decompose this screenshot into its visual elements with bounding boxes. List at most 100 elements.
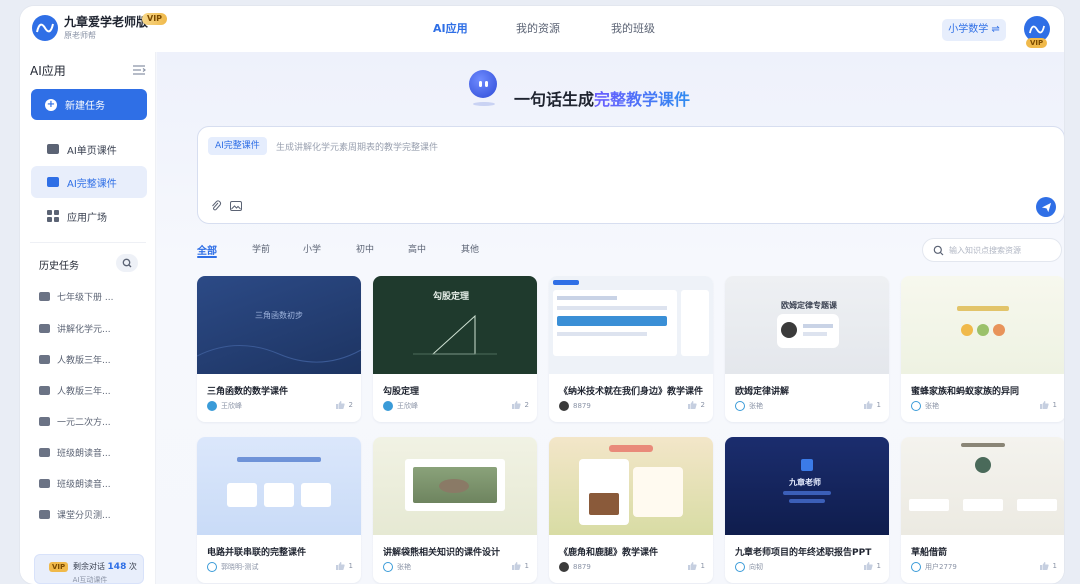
card-likes[interactable]: 2	[511, 401, 529, 409]
likes-count: 1	[700, 562, 705, 570]
document-icon	[39, 355, 50, 364]
courseware-card[interactable]: 草船借箭 用户2779 1	[901, 437, 1064, 583]
courseware-card[interactable]: 三角函数初步 三角函数的数学课件 王欣峰 2	[197, 276, 361, 422]
thumbs-up-icon	[687, 562, 697, 570]
courseware-card[interactable]: 《纳米技术就在我们身边》教学课件 8879 2	[549, 276, 713, 422]
history-item[interactable]: 班级朗读音...	[39, 477, 111, 490]
filter-other[interactable]: 其他	[461, 242, 479, 255]
tab-my-classes[interactable]: 我的班级	[611, 6, 655, 52]
card-likes[interactable]: 1	[687, 562, 705, 570]
sidebar-item-label: AI单页课件	[67, 145, 117, 157]
card-thumbnail	[901, 437, 1064, 535]
sidebar-item-full-courseware[interactable]: AI完整课件	[31, 166, 147, 198]
history-search-button[interactable]	[116, 254, 138, 272]
card-likes[interactable]: 1	[1039, 562, 1057, 570]
prompt-composer[interactable]: AI完整课件 生成讲解化学元素周期表的教学完整课件	[197, 126, 1064, 224]
author-avatar	[207, 401, 217, 411]
thumbs-up-icon	[511, 562, 521, 570]
filter-junior-high[interactable]: 初中	[356, 242, 374, 255]
sidebar-item-label: AI完整课件	[67, 178, 117, 190]
search-icon	[933, 245, 944, 256]
card-likes[interactable]: 1	[511, 562, 529, 570]
author-name: 王欣峰	[221, 402, 242, 410]
thumbs-up-icon	[687, 401, 697, 409]
card-likes[interactable]: 1	[863, 562, 881, 570]
history-item[interactable]: 课堂分贝测...	[39, 508, 111, 521]
card-thumbnail	[197, 437, 361, 535]
card-likes[interactable]: 2	[335, 401, 353, 409]
likes-count: 1	[348, 562, 353, 570]
filter-primary[interactable]: 小学	[303, 242, 321, 255]
history-item[interactable]: 班级朗读音...	[39, 446, 111, 459]
quota-panel[interactable]: VIP 剩余对话 148 次 AI互动课件	[34, 554, 144, 584]
likes-count: 1	[1052, 562, 1057, 570]
hero-highlight: 完整教学课件	[594, 90, 691, 109]
filter-preschool[interactable]: 学前	[252, 242, 270, 255]
card-thumbnail	[549, 276, 713, 374]
author-avatar	[383, 562, 393, 572]
filter-senior-high[interactable]: 高中	[408, 242, 426, 255]
history-title: 历史任务	[39, 261, 79, 272]
author-name: 8879	[573, 563, 591, 571]
card-thumbnail: 九章老师	[725, 437, 889, 535]
subject-switch-button[interactable]: 小学数学 ⇌	[942, 19, 1006, 41]
quota-vip-badge: VIP	[49, 562, 69, 572]
courseware-card[interactable]: 《鹿角和鹿腿》教学课件 8879 1	[549, 437, 713, 583]
collapse-sidebar-icon[interactable]	[132, 64, 146, 76]
history-item[interactable]: 人教版三年...	[39, 353, 111, 366]
history-item[interactable]: 一元二次方...	[39, 415, 111, 428]
resource-search[interactable]	[922, 238, 1062, 262]
vip-badge: VIP	[142, 13, 168, 25]
search-input[interactable]	[949, 243, 1057, 258]
card-likes[interactable]: 1	[863, 401, 881, 409]
history-item-label: 班级朗读音...	[57, 449, 111, 459]
quota-count: 148	[107, 562, 127, 572]
card-author: 王欣峰	[207, 401, 242, 411]
courseware-card[interactable]: 电路并联串联的完整课件 郭晓明-测试 1	[197, 437, 361, 583]
hero-prefix: 一句话生成	[514, 90, 595, 109]
history-item[interactable]: 讲解化学元...	[39, 322, 111, 335]
image-icon[interactable]	[230, 201, 242, 211]
thumbs-up-icon	[863, 401, 873, 409]
author-avatar	[735, 562, 745, 572]
card-likes[interactable]: 2	[687, 401, 705, 409]
sidebar-item-app-plaza[interactable]: 应用广场	[31, 200, 147, 232]
courseware-card[interactable]: 讲解袋熊相关知识的课件设计 张艳 1	[373, 437, 537, 583]
paperclip-icon[interactable]	[210, 200, 222, 212]
tab-ai-apps[interactable]: AI应用	[433, 6, 468, 52]
prompt-input[interactable]: 生成讲解化学元素周期表的教学完整课件	[276, 140, 438, 153]
author-name: 张艳	[925, 402, 939, 410]
likes-count: 2	[700, 401, 705, 409]
sidebar-item-single-page[interactable]: AI单页课件	[31, 133, 147, 165]
courseware-card[interactable]: 勾股定理 勾股定理 王欣峰 2	[373, 276, 537, 422]
quota-suffix: 次	[128, 562, 137, 571]
author-avatar	[383, 401, 393, 411]
card-likes[interactable]: 1	[1039, 401, 1057, 409]
card-author: 张艳	[383, 562, 411, 572]
filter-all[interactable]: 全部	[197, 242, 217, 257]
history-item[interactable]: 七年级下册 ...	[39, 290, 113, 303]
author-avatar	[735, 401, 745, 411]
card-author: 郭晓明-测试	[207, 562, 259, 572]
new-task-button[interactable]: + 新建任务	[31, 89, 147, 120]
send-icon	[1041, 202, 1051, 212]
courseware-card[interactable]: 欧姆定律专题课 欧姆定律讲解 张艳 1	[725, 276, 889, 422]
card-title: 《鹿角和鹿腿》教学课件	[559, 548, 659, 558]
courseware-card[interactable]: 蜜蜂家族和蚂蚁家族的异同 张艳 1	[901, 276, 1064, 422]
active-filter-underline	[197, 256, 217, 258]
document-icon	[39, 386, 50, 395]
card-thumbnail	[373, 437, 537, 535]
app-logo-icon[interactable]	[32, 15, 58, 41]
document-icon	[39, 479, 50, 488]
history-item[interactable]: 人教版三年...	[39, 384, 111, 397]
send-button[interactable]	[1036, 197, 1056, 217]
author-avatar	[559, 401, 569, 411]
tab-my-resources[interactable]: 我的资源	[516, 6, 560, 52]
likes-count: 1	[876, 562, 881, 570]
thumbs-up-icon	[335, 562, 345, 570]
courseware-card[interactable]: 九章老师 九章老师项目的年终述职报告PPT 向韧 1	[725, 437, 889, 583]
mode-tag[interactable]: AI完整课件	[208, 137, 267, 155]
card-author: 王欣峰	[383, 401, 418, 411]
document-icon	[39, 448, 50, 457]
card-likes[interactable]: 1	[335, 562, 353, 570]
